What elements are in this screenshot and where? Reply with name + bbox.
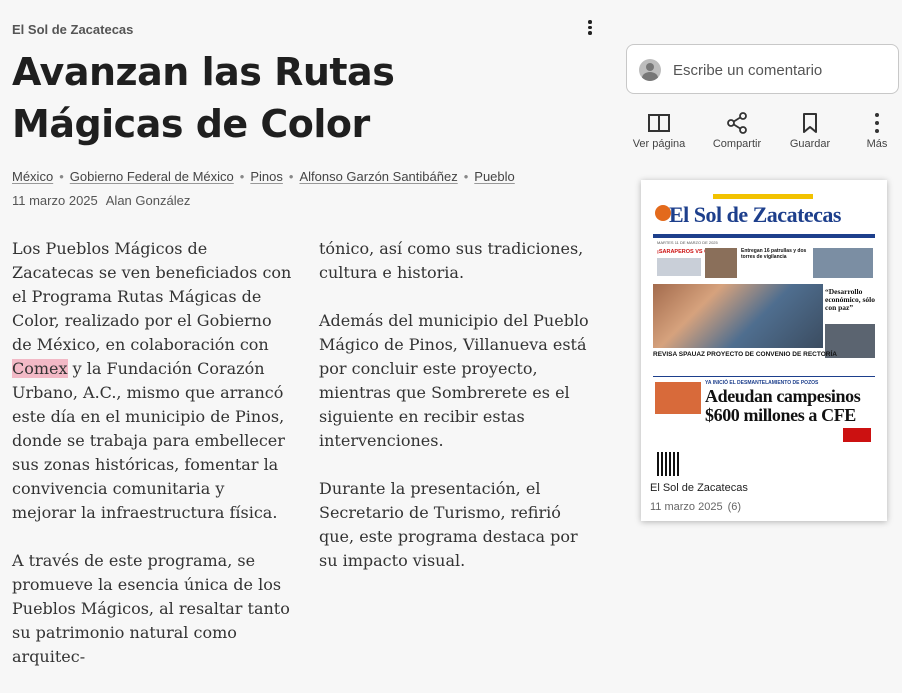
article-meta: 11 marzo 2025 Alan González xyxy=(12,193,190,208)
bookmark-icon xyxy=(803,113,817,133)
tag-link[interactable]: Gobierno Federal de México xyxy=(70,169,234,184)
more-label: Más xyxy=(866,138,888,150)
paragraph: A través de este programa, se promueve l… xyxy=(12,551,290,666)
tag-list: México • Gobierno Federal de México • Pinos •… xyxy=(12,169,515,184)
paragraph-text: Los Pueblos Mágicos de Zacatecas se ven … xyxy=(12,239,292,354)
highlighted-term[interactable]: Comex xyxy=(12,359,68,378)
newspaper-thumbnail[interactable]: El Sol de Zacatecas MARTES 11 DE MARZO D… xyxy=(641,180,887,521)
paragraph: tónico, así como sus tradiciones, cultur… xyxy=(319,239,584,282)
photo-thumb xyxy=(657,258,701,276)
view-page-button[interactable]: Ver página xyxy=(630,112,688,150)
article-title: Avanzan las Rutas Mágicas de Color xyxy=(12,50,395,146)
tag-separator: • xyxy=(239,169,245,184)
logo-icon xyxy=(843,428,871,442)
article-date: 11 marzo 2025 xyxy=(12,193,98,208)
share-label: Compartir xyxy=(712,138,762,150)
more-button[interactable]: Más xyxy=(858,112,896,150)
article-column-2: tónico, así como sus tradiciones, cultur… xyxy=(319,237,599,597)
masthead-rule xyxy=(653,234,875,238)
main-headline: Adeudan campesinos $600 millones a CFE xyxy=(705,386,861,425)
tag-link[interactable]: Pinos xyxy=(250,169,283,184)
share-icon xyxy=(727,112,747,134)
tag-link[interactable]: Pueblo xyxy=(474,169,514,184)
thumbnail-meta: 11 marzo 2025 (6) xyxy=(650,501,741,513)
avatar-icon xyxy=(639,59,661,81)
save-button[interactable]: Guardar xyxy=(781,112,839,150)
paragraph: Los Pueblos Mágicos de Zacatecas se ven … xyxy=(12,237,292,525)
article-column-1: Los Pueblos Mágicos de Zacatecas se ven … xyxy=(12,237,292,693)
thumbnail-count: (6) xyxy=(727,501,742,513)
thumbnail-date: 11 marzo 2025 xyxy=(650,501,723,513)
book-open-icon xyxy=(648,114,670,132)
paragraph: Además del municipio del Pueblo Mágico d… xyxy=(319,311,589,450)
date-line: MARTES 11 DE MARZO DE 2025 xyxy=(657,240,718,245)
tag-separator: • xyxy=(59,169,64,184)
divider xyxy=(653,376,875,377)
newspaper-masthead: El Sol de Zacatecas xyxy=(669,202,842,227)
tag-link[interactable]: Alfonso Garzón Santibáñez xyxy=(299,169,457,184)
save-label: Guardar xyxy=(789,138,831,150)
tag-separator: • xyxy=(288,169,294,184)
source-name[interactable]: El Sol de Zacatecas xyxy=(12,22,133,37)
more-options-icon[interactable] xyxy=(583,18,597,40)
photo-thumb xyxy=(655,382,701,414)
article-author: Alan González xyxy=(105,193,191,208)
quote-headline: “Desarrollo económico, sólo con paz” xyxy=(825,287,875,312)
thumbnail-title: El Sol de Zacatecas xyxy=(650,482,748,494)
view-page-label: Ver página xyxy=(632,138,686,150)
tag-link[interactable]: México xyxy=(12,169,53,184)
top-right-headline: Entregan 16 patrullas y dos torres de vi… xyxy=(741,248,807,260)
photo-thumb xyxy=(813,248,873,278)
comment-input[interactable]: Escribe un comentario xyxy=(626,44,899,94)
photo-caption-headline: REVISA SPAUAZ PROYECTO DE CONVENIO DE RE… xyxy=(653,351,837,358)
photo-thumb xyxy=(705,248,737,278)
qr-code-icon xyxy=(657,452,681,476)
paragraph: Durante la presentación, el Secretario d… xyxy=(319,479,578,570)
comment-placeholder: Escribe un comentario xyxy=(673,62,823,79)
decorative-bar xyxy=(713,194,813,199)
newspaper-page-image: El Sol de Zacatecas MARTES 11 DE MARZO D… xyxy=(653,192,875,480)
more-vertical-icon xyxy=(875,113,879,133)
paragraph-text: y la Fundación Corazón Urbano, A.C., mis… xyxy=(12,359,285,522)
share-button[interactable]: Compartir xyxy=(708,112,766,150)
tag-separator: • xyxy=(463,169,469,184)
main-photo xyxy=(653,284,823,348)
